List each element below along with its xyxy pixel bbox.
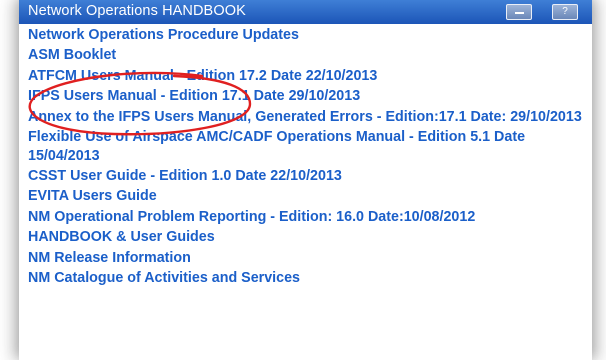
link-ifps-users-manual[interactable]: IFPS Users Manual - Edition 17.1 Date 29… <box>28 87 588 106</box>
link-nm-problem-reporting[interactable]: NM Operational Problem Reporting - Editi… <box>28 208 588 227</box>
link-ifps-annex[interactable]: Annex to the IFPS Users Manual, Generate… <box>28 108 588 127</box>
minimize-icon <box>515 12 524 14</box>
link-evita-users-guide[interactable]: EVITA Users Guide <box>28 187 588 206</box>
link-nm-catalogue[interactable]: NM Catalogue of Activities and Services <box>28 269 588 288</box>
panel-titlebar: Network Operations HANDBOOK ? <box>19 0 592 24</box>
link-flexible-use-airspace[interactable]: Flexible Use of Airspace AMC/CADF Operat… <box>28 128 588 165</box>
minimize-button[interactable] <box>506 4 532 20</box>
link-procedure-updates[interactable]: Network Operations Procedure Updates <box>28 26 588 45</box>
handbook-panel: Network Operations HANDBOOK ? Network Op… <box>19 0 592 360</box>
handbook-link-list: Network Operations Procedure Updates ASM… <box>28 26 588 289</box>
link-csst-user-guide[interactable]: CSST User Guide - Edition 1.0 Date 22/10… <box>28 167 588 186</box>
help-button[interactable]: ? <box>552 4 578 20</box>
panel-title: Network Operations HANDBOOK <box>28 3 246 19</box>
link-asm-booklet[interactable]: ASM Booklet <box>28 46 588 65</box>
link-nm-release-information[interactable]: NM Release Information <box>28 249 588 268</box>
link-handbook-user-guides[interactable]: HANDBOOK & User Guides <box>28 228 588 247</box>
link-atfcm-users-manual[interactable]: ATFCM Users Manual - Edition 17.2 Date 2… <box>28 67 588 86</box>
help-icon: ? <box>562 6 568 17</box>
